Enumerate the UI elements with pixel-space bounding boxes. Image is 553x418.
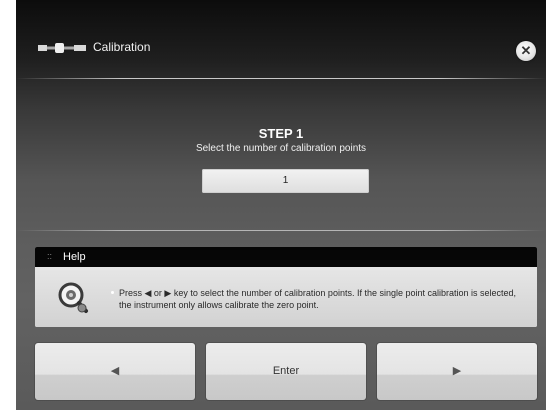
previous-button[interactable]: ◀ bbox=[35, 343, 195, 400]
help-text: Press ◀ or ▶ key to select the number of… bbox=[119, 288, 517, 310]
header-bar: Calibration ✕ bbox=[16, 0, 546, 80]
calibration-points-field[interactable]: 1 bbox=[202, 169, 369, 193]
help-title: Help bbox=[63, 251, 86, 263]
next-button[interactable]: ▶ bbox=[377, 343, 537, 400]
help-panel: :: Help Press ◀ or ▶ key to select the n… bbox=[35, 247, 537, 327]
enter-button[interactable]: Enter bbox=[206, 343, 366, 400]
calibration-screen: Calibration ✕ STEP 1 Select the number o… bbox=[16, 0, 546, 410]
left-arrow-icon: ◀ bbox=[110, 365, 120, 377]
step-instruction: Select the number of calibration points bbox=[195, 143, 367, 154]
close-button[interactable]: ✕ bbox=[516, 41, 536, 61]
help-bullet bbox=[111, 291, 114, 294]
help-body: Press ◀ or ▶ key to select the number of… bbox=[35, 267, 537, 327]
magnifier-gear-icon bbox=[58, 282, 88, 313]
right-arrow-icon: ▶ bbox=[452, 365, 462, 377]
header-divider bbox=[16, 78, 546, 79]
help-dots-icon: :: bbox=[47, 251, 53, 261]
help-header: :: Help bbox=[35, 247, 537, 267]
step-heading: STEP 1 bbox=[258, 126, 304, 141]
calibration-tool-icon bbox=[38, 43, 86, 53]
section-divider bbox=[16, 230, 546, 231]
window-title: Calibration bbox=[93, 40, 151, 54]
close-icon: ✕ bbox=[520, 43, 532, 58]
enter-button-label: Enter bbox=[272, 365, 300, 377]
